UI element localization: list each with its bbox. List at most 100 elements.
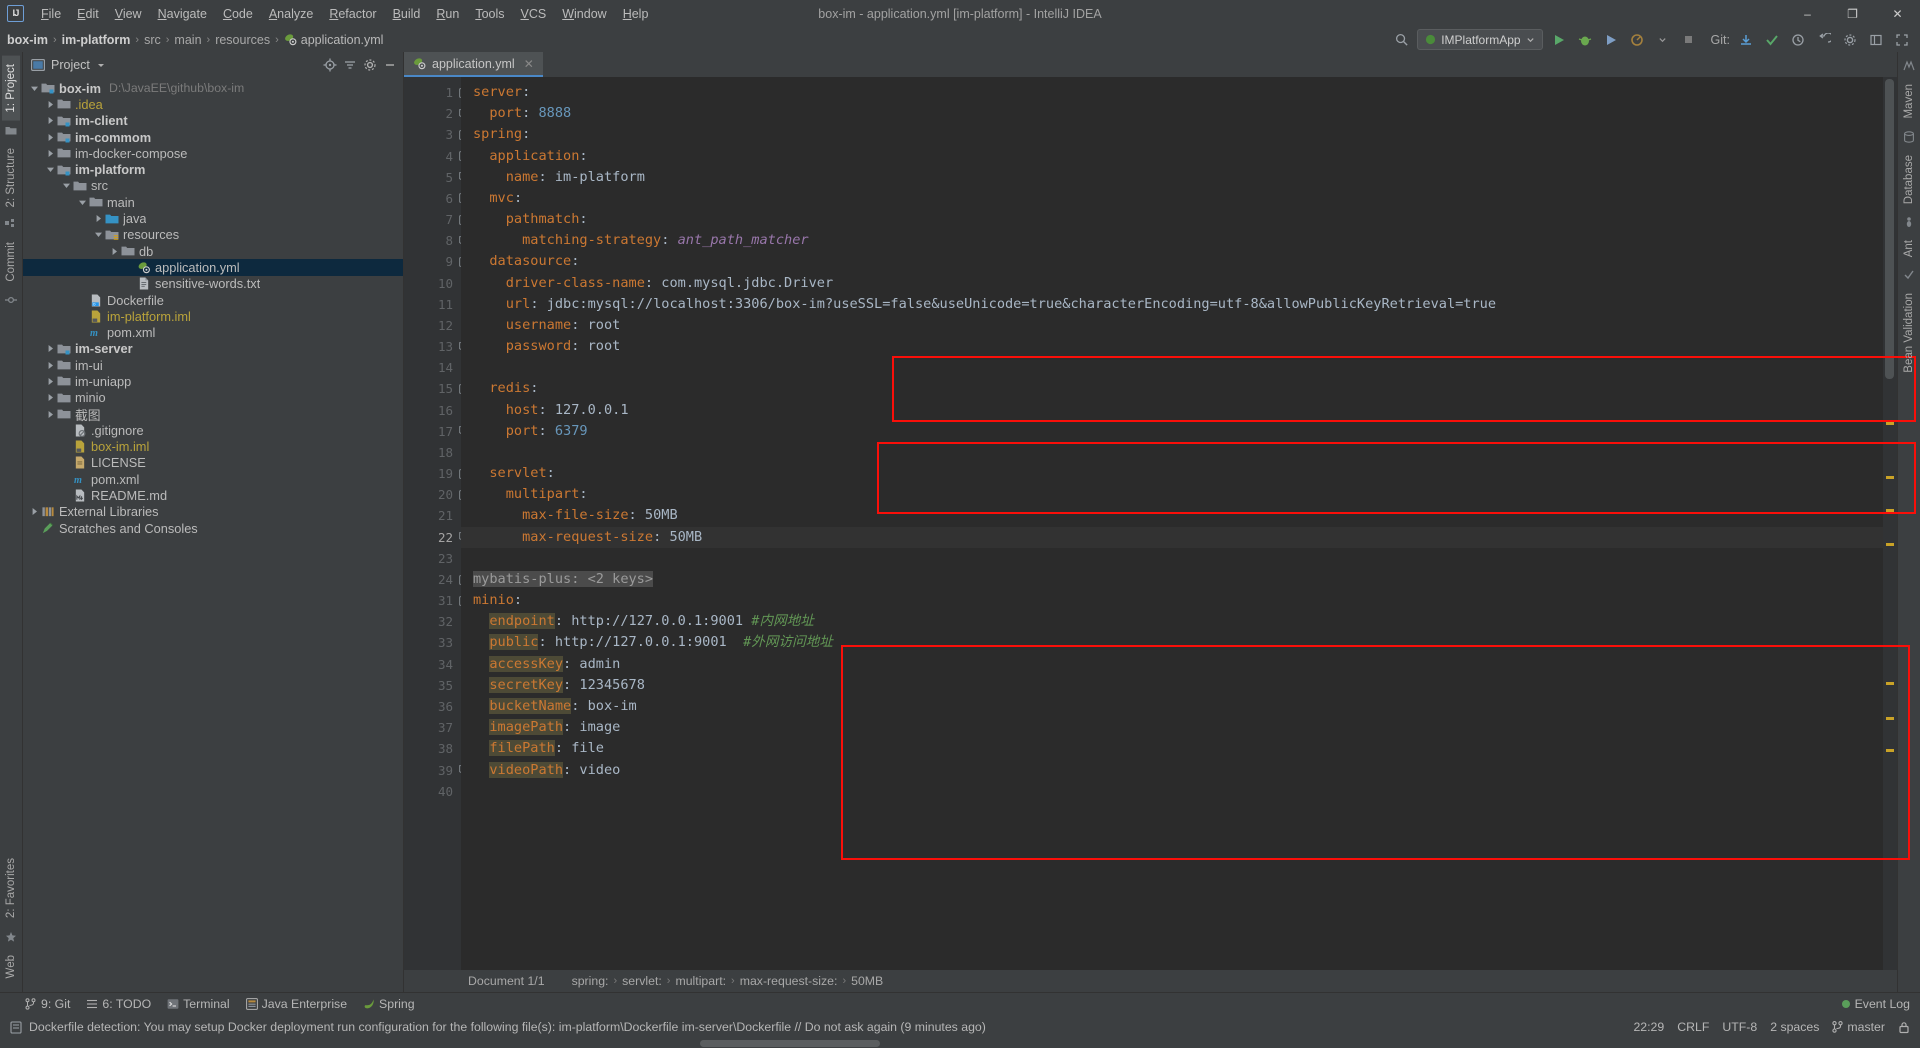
close-button[interactable]: ✕	[1875, 0, 1920, 27]
editor-scrollbar-thumb[interactable]	[1885, 79, 1894, 379]
tree-item-application-yml[interactable]: application.yml	[23, 259, 403, 276]
tree-item-im-platform[interactable]: im-platform	[23, 161, 403, 177]
menu-navigate[interactable]: Navigate	[150, 3, 215, 25]
code-line[interactable]: host: 127.0.0.1	[461, 400, 1883, 421]
chevron-down-icon[interactable]	[61, 180, 72, 191]
breadcrumb-item-file[interactable]: application.yml	[284, 33, 383, 47]
chevron-down-icon[interactable]	[29, 83, 40, 94]
code-line[interactable]	[461, 357, 1883, 378]
code-line[interactable]: port: 6379	[461, 421, 1883, 442]
tree-item-im-server[interactable]: im-server	[23, 341, 403, 357]
chevron-right-icon[interactable]	[45, 409, 56, 420]
chevron-right-icon[interactable]	[109, 246, 120, 257]
tool-todo[interactable]: 6: TODO	[86, 997, 151, 1011]
code-line[interactable]	[461, 442, 1883, 463]
tree-item---[interactable]: 截图	[23, 406, 403, 423]
sidebar-tab-database[interactable]: Database	[1900, 147, 1918, 212]
settings-gear-icon[interactable]	[363, 58, 377, 72]
tree-item-box-im[interactable]: box-im D:\JavaEE\github\box-im	[23, 80, 403, 96]
tree-item-box-im-iml[interactable]: box-im.iml	[23, 439, 403, 455]
error-stripe-gutter[interactable]	[1883, 77, 1897, 970]
database-icon[interactable]	[1903, 130, 1915, 143]
caret-position[interactable]: 22:29	[1633, 1020, 1664, 1034]
run-icon[interactable]	[1549, 30, 1569, 50]
sidebar-tab-web[interactable]: Web	[2, 947, 20, 986]
status-notification-text[interactable]: Dockerfile detection: You may setup Dock…	[29, 1020, 986, 1034]
tool-java-enterprise[interactable]: Java Enterprise	[245, 997, 347, 1011]
bean-validation-icon[interactable]	[1903, 269, 1915, 281]
file-encoding[interactable]: UTF-8	[1722, 1020, 1757, 1034]
tool-spring[interactable]: Spring	[363, 997, 415, 1011]
code-line[interactable]: servlet:	[461, 463, 1883, 484]
tree-item-im-client[interactable]: im-client	[23, 113, 403, 129]
run-with-coverage-icon[interactable]	[1601, 30, 1621, 50]
tree-item-license[interactable]: LICENSE	[23, 455, 403, 471]
sidebar-tab-commit[interactable]: Commit	[2, 234, 20, 290]
chevron-right-icon[interactable]	[45, 99, 56, 110]
breadcrumb-item-src[interactable]: src	[144, 33, 161, 47]
tree-item-pom-xml[interactable]: m pom.xml	[23, 471, 403, 487]
breadcrumb-item-main[interactable]: main	[174, 33, 201, 47]
tree-item-main[interactable]: main	[23, 194, 403, 210]
menu-window[interactable]: Window	[554, 3, 614, 25]
menu-build[interactable]: Build	[385, 3, 429, 25]
menu-edit[interactable]: Edit	[69, 3, 107, 25]
fullscreen-icon[interactable]	[1892, 30, 1912, 50]
editor-tab-application-yml[interactable]: application.yml ✕	[404, 52, 543, 77]
warning-marker[interactable]	[1886, 509, 1894, 512]
update-project-icon[interactable]	[1736, 30, 1756, 50]
code-line[interactable]: password: root	[461, 336, 1883, 357]
hide-icon[interactable]	[383, 58, 397, 72]
tree-item-scratches-and-consoles[interactable]: Scratches and Consoles	[23, 520, 403, 536]
chevron-down-icon[interactable]	[1653, 30, 1673, 50]
warning-marker[interactable]	[1886, 422, 1894, 425]
tree-item-pom-xml[interactable]: m pom.xml	[23, 324, 403, 340]
line-separator[interactable]: CRLF	[1677, 1020, 1709, 1034]
tree-item-im-uniapp[interactable]: im-uniapp	[23, 373, 403, 389]
code-line[interactable]	[461, 781, 1883, 802]
tree-item-im-commom[interactable]: im-commom	[23, 129, 403, 145]
menu-run[interactable]: Run	[428, 3, 467, 25]
run-configuration-selector[interactable]: IMPlatformApp	[1417, 29, 1543, 50]
warning-marker[interactable]	[1886, 717, 1894, 720]
chevron-right-icon[interactable]	[45, 148, 56, 159]
menu-view[interactable]: View	[107, 3, 150, 25]
chevron-down-icon[interactable]	[96, 60, 106, 70]
event-log-button[interactable]: Event Log	[1841, 997, 1910, 1011]
sidebar-tab-bean-validation[interactable]: Bean Validation	[1900, 285, 1918, 381]
maven-icon[interactable]	[1903, 60, 1915, 72]
code-line[interactable]: minio:	[461, 590, 1883, 611]
sidebar-tab-favorites[interactable]: 2: Favorites	[2, 850, 20, 926]
code-line[interactable]: port: 8888	[461, 103, 1883, 124]
warning-marker[interactable]	[1886, 749, 1894, 752]
locate-icon[interactable]	[323, 58, 337, 72]
code-line[interactable]: url: jdbc:mysql://localhost:3306/box-im?…	[461, 294, 1883, 315]
sidebar-tab-project[interactable]: 1: Project	[2, 56, 20, 121]
project-tree[interactable]: box-im D:\JavaEE\github\box-im .idea im-cli…	[23, 78, 403, 992]
yaml-breadcrumb-item[interactable]: spring:	[572, 974, 609, 988]
tree-item-resources[interactable]: resources	[23, 227, 403, 243]
tree-item-im-platform-iml[interactable]: im-platform.iml	[23, 308, 403, 324]
code-line[interactable]: filePath: file	[461, 738, 1883, 759]
code-line[interactable]: server:	[461, 82, 1883, 103]
tree-item-minio[interactable]: minio	[23, 390, 403, 406]
horizontal-scrollbar-thumb[interactable]	[700, 1040, 880, 1047]
menu-tools[interactable]: Tools	[467, 3, 512, 25]
chevron-right-icon[interactable]	[45, 132, 56, 143]
code-line[interactable]: endpoint: http://127.0.0.1:9001 #内网地址	[461, 611, 1883, 632]
warning-marker[interactable]	[1886, 476, 1894, 479]
code-line[interactable]: public: http://127.0.0.1:9001 #外网访问地址	[461, 632, 1883, 653]
code-line[interactable]: name: im-platform	[461, 167, 1883, 188]
minimize-button[interactable]: –	[1785, 0, 1830, 27]
line-number-gutter[interactable]: 1 2 3 4 5 6 7 8 9 10 11 12 13 14 15 16 17 18 19 20 21 22 23 24 3…	[404, 77, 469, 970]
code-line[interactable]: max-request-size: 50MB	[461, 526, 1883, 548]
menu-vcs[interactable]: VCS	[513, 3, 555, 25]
tree-item-src[interactable]: src	[23, 178, 403, 194]
sidebar-tab-structure[interactable]: 2: Structure	[2, 140, 20, 215]
breadcrumb-item-resources[interactable]: resources	[215, 33, 270, 47]
tree-item-im-docker-compose[interactable]: im-docker-compose	[23, 145, 403, 161]
breadcrumb-item-im-platform[interactable]: im-platform	[62, 33, 131, 47]
code-line[interactable]: application:	[461, 146, 1883, 167]
code-line[interactable]: multipart:	[461, 484, 1883, 505]
menu-code[interactable]: Code	[215, 3, 261, 25]
